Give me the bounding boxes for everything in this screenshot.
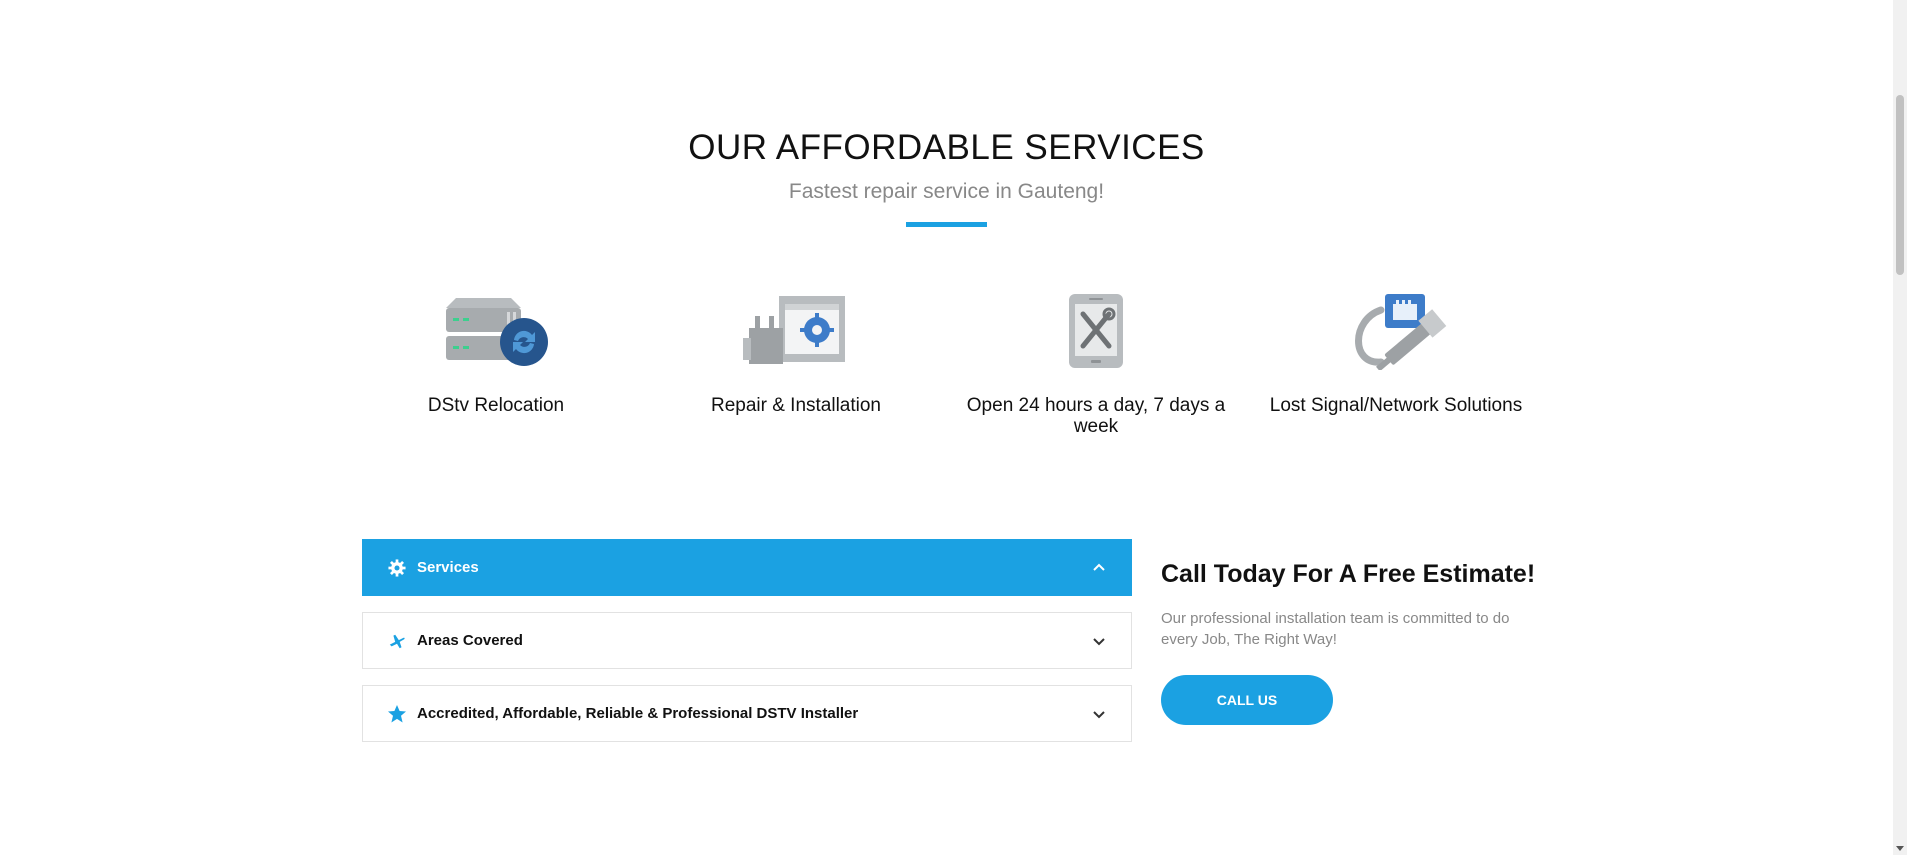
accordion-label: Services: [417, 559, 479, 576]
accordion-label: Areas Covered: [417, 632, 523, 649]
server-sync-icon: [446, 298, 548, 366]
accordion-label: Accredited, Affordable, Reliable & Profe…: [417, 705, 859, 722]
cta-text: Our professional installation team is co…: [1161, 610, 1510, 648]
section-subtitle: Fastest repair service in Gauteng!: [788, 180, 1105, 203]
feature-dstv-relocation: DStv Relocation: [351, 290, 641, 416]
chevron-up-icon[interactable]: [1091, 560, 1107, 576]
feature-label: Open 24 hours a day, 7 days a week: [966, 395, 1226, 437]
accordion-services[interactable]: Services: [362, 539, 1132, 596]
cta-title: Call Today For A Free Estimate!: [1161, 560, 1536, 588]
page-scrollbar[interactable]: [1893, 0, 1907, 855]
section-title: OUR AFFORDABLE SERVICES: [688, 128, 1205, 167]
title-divider: [906, 222, 987, 227]
feature-lost-signal: Lost Signal/Network Solutions: [1251, 290, 1541, 416]
plug-settings-icon: [743, 296, 845, 364]
chevron-down-icon[interactable]: [1091, 633, 1107, 649]
feature-label: Repair & Installation: [710, 395, 882, 416]
chevron-down-icon[interactable]: [1091, 706, 1107, 722]
feature-open-24-hours: Open 24 hours a day, 7 days a week: [951, 290, 1241, 437]
scrollbar-thumb[interactable]: [1896, 95, 1904, 275]
feature-repair-installation: Repair & Installation: [651, 290, 941, 416]
feature-label: DStv Relocation: [427, 395, 565, 416]
network-cable-icon: [1355, 294, 1447, 370]
feature-label: Lost Signal/Network Solutions: [1269, 395, 1523, 416]
phone-tools-icon: [1069, 294, 1123, 368]
accordion-areas-covered[interactable]: Areas Covered: [362, 612, 1132, 669]
call-us-button[interactable]: CALL US: [1161, 675, 1333, 725]
star-icon: [387, 704, 407, 724]
airplane-icon: [387, 631, 407, 651]
scroll-down-arrow-icon[interactable]: [1896, 846, 1904, 851]
accordion-accredited-installer[interactable]: Accredited, Affordable, Reliable & Profe…: [362, 685, 1132, 742]
gear-icon: [387, 558, 407, 578]
